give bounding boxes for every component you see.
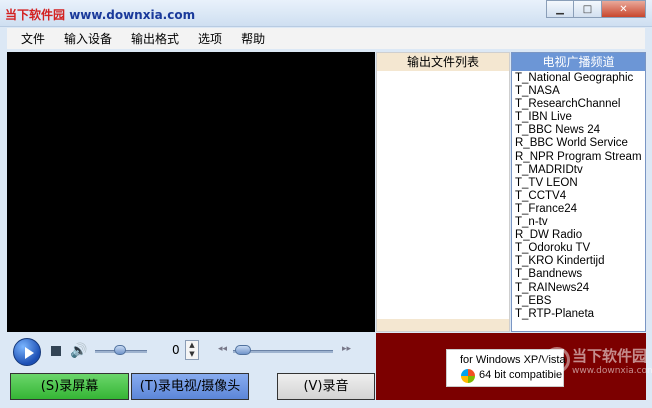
channel-list-header: 电视广播频道 <box>512 53 645 71</box>
playback-controls: 🔊 0 ▲ ▼ ◂◂ ▸▸ <box>7 333 375 369</box>
close-icon[interactable]: ✕ <box>602 0 646 18</box>
volume-slider-thumb[interactable] <box>114 345 126 355</box>
record-tv-camera-button[interactable]: (T)录电视/摄像头 <box>131 373 249 400</box>
menu-output-format[interactable]: 输出格式 <box>131 30 179 47</box>
site-watermark: 当下软件园 www.downxia.com <box>544 345 652 376</box>
maximize-icon[interactable]: □ <box>574 0 602 18</box>
play-button[interactable] <box>13 338 41 366</box>
rewind-icon[interactable]: ◂◂ <box>218 344 227 354</box>
app-logo: 当下软件园 www.downxia.com <box>5 6 195 23</box>
channel-item[interactable]: T_KRO Kindertijd <box>515 255 645 268</box>
video-preview <box>7 52 375 332</box>
seek-slider-thumb[interactable] <box>235 345 251 355</box>
channel-item[interactable]: T_EBS <box>515 295 645 308</box>
channel-item[interactable]: T_MADRIDtv <box>515 164 645 177</box>
counter-value: 0 <box>172 343 180 357</box>
watermark-text: 当下软件园 <box>572 347 648 365</box>
record-audio-button[interactable]: (V)录音 <box>277 373 375 400</box>
channel-item[interactable]: T_CCTV4 <box>515 190 645 203</box>
channel-item[interactable]: R_DW Radio <box>515 229 645 242</box>
title-bar: 当下软件园 www.downxia.com ▁ □ ✕ <box>0 0 652 27</box>
channel-item[interactable]: T_RAINews24 <box>515 282 645 295</box>
channel-item[interactable]: T_RTP-Planeta <box>515 308 645 321</box>
stepper-up-icon[interactable]: ▲ <box>186 341 198 350</box>
channel-item[interactable]: T_NASA <box>515 85 645 98</box>
channel-item[interactable]: T_BBC News 24 <box>515 124 645 137</box>
channel-item[interactable]: T_France24 <box>515 203 645 216</box>
windows-logo-icon <box>461 369 475 383</box>
stop-button[interactable] <box>51 346 61 356</box>
channel-item[interactable]: R_BBC World Service <box>515 137 645 150</box>
channel-list-panel: 电视广播频道 T_National Geographic T_NASA T_Rese… <box>511 52 646 332</box>
menu-options[interactable]: 选项 <box>198 30 222 47</box>
minimize-icon[interactable]: ▁ <box>546 0 574 18</box>
counter-stepper[interactable]: ▲ ▼ <box>185 340 199 360</box>
logo-url: www.downxia.com <box>69 8 196 22</box>
channel-list: T_National Geographic T_NASA T_ResearchCha… <box>512 71 645 321</box>
output-file-list-footer <box>377 319 509 331</box>
menu-bar: 文件 输入设备 输出格式 选项 帮助 <box>7 28 645 49</box>
channel-item[interactable]: R_NPR Program Stream <box>515 151 645 164</box>
watermark-url: www.downxia.com <box>572 366 652 376</box>
volume-icon[interactable]: 🔊 <box>70 343 88 359</box>
menu-input-device[interactable]: 输入设备 <box>64 30 112 47</box>
channel-item[interactable]: T_TV LEON <box>515 177 645 190</box>
channel-item[interactable]: T_Bandnews <box>515 268 645 281</box>
window-controls: ▁ □ ✕ <box>546 0 646 18</box>
channel-item[interactable]: T_Odoroku TV <box>515 242 645 255</box>
channel-item[interactable]: T_IBN Live <box>515 111 645 124</box>
forward-icon[interactable]: ▸▸ <box>342 344 351 354</box>
menu-help[interactable]: 帮助 <box>241 30 265 47</box>
promo-panel: for Windows XP/Vista 64 bit compatible 当… <box>376 333 652 400</box>
output-file-list-header: 输出文件列表 <box>377 53 509 71</box>
record-screen-button[interactable]: (S)录屏幕 <box>10 373 129 400</box>
logo-brand: 当下软件园 <box>5 8 66 22</box>
channel-item[interactable]: T_ResearchChannel <box>515 98 645 111</box>
channel-item[interactable]: T_National Geographic <box>515 72 645 85</box>
output-file-list[interactable]: 输出文件列表 <box>376 52 510 332</box>
menu-file[interactable]: 文件 <box>21 30 45 47</box>
stepper-down-icon[interactable]: ▼ <box>186 350 198 359</box>
channel-item[interactable]: T_n-tv <box>515 216 645 229</box>
watermark-logo-icon <box>544 347 570 373</box>
